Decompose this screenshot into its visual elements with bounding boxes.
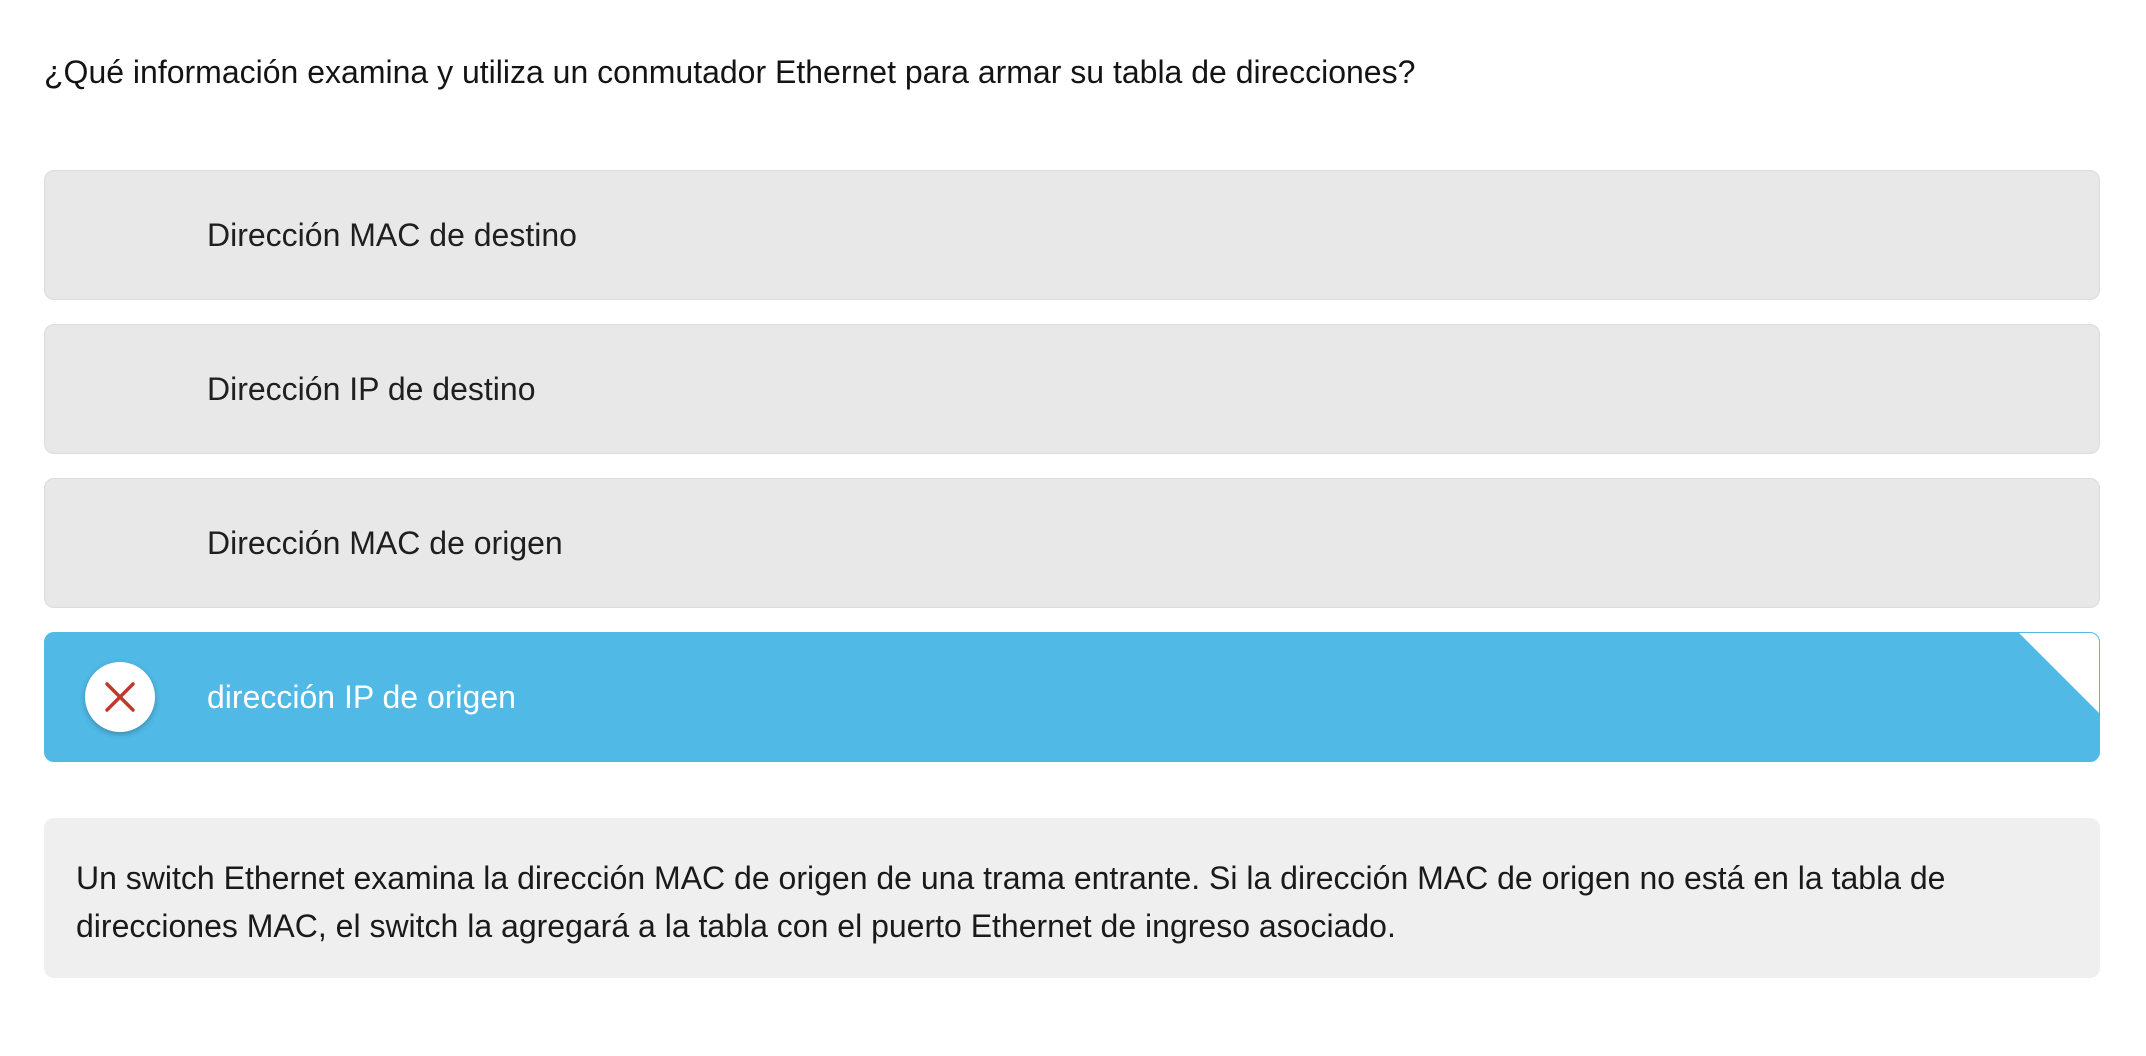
option-ip-origen-selected[interactable]: dirección IP de origen (44, 632, 2100, 762)
corner-fold (2019, 633, 2099, 713)
option-label: Dirección IP de destino (207, 371, 536, 407)
option-ip-destino[interactable]: Dirección IP de destino (44, 324, 2100, 454)
feedback-text: Un switch Ethernet examina la dirección … (76, 860, 1946, 944)
x-mark-icon (105, 682, 135, 712)
incorrect-mark-badge (85, 662, 155, 732)
option-mac-destino[interactable]: Dirección MAC de destino (44, 170, 2100, 300)
option-mac-origen[interactable]: Dirección MAC de origen (44, 478, 2100, 608)
option-label: Dirección MAC de origen (207, 525, 563, 561)
option-label: Dirección MAC de destino (207, 217, 577, 253)
feedback-panel: Un switch Ethernet examina la dirección … (44, 818, 2100, 978)
option-label: dirección IP de origen (207, 679, 516, 715)
answer-options: Dirección MAC de destino Dirección IP de… (44, 170, 2100, 786)
question-text: ¿Qué información examina y utiliza un co… (44, 54, 1416, 90)
